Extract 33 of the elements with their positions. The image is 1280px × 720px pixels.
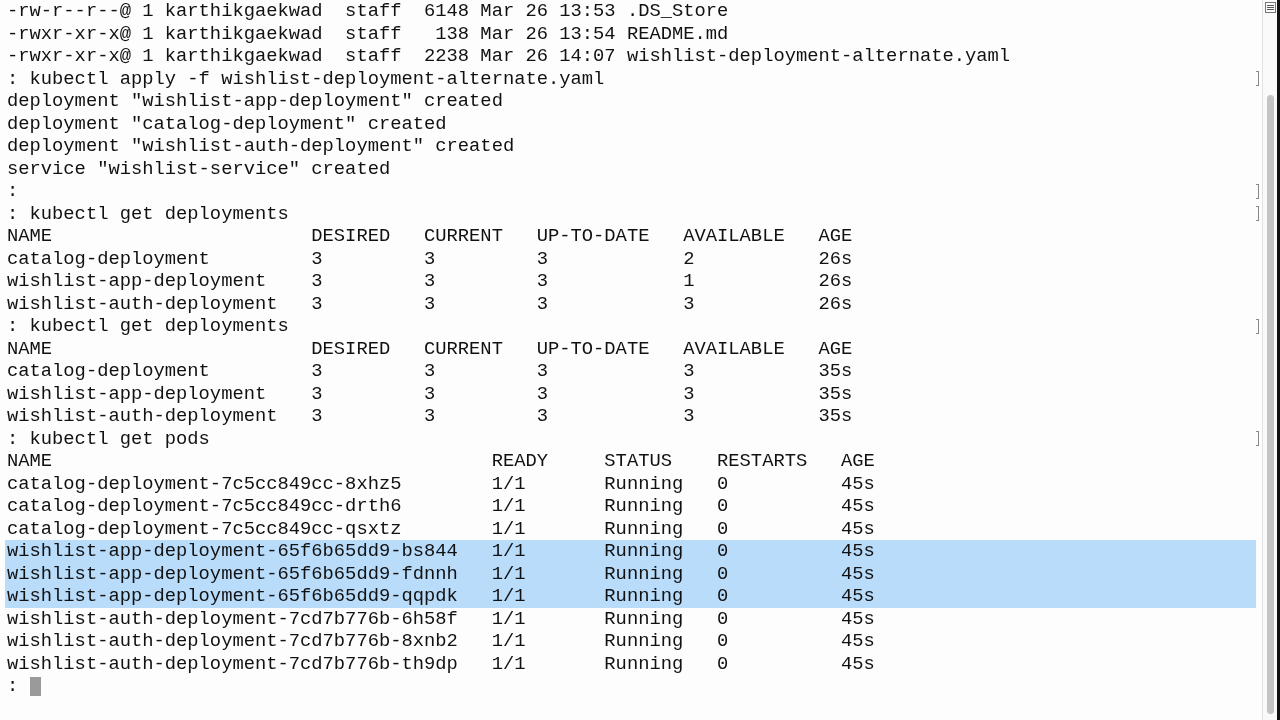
terminal-text: -rwxr-xr-x@ 1 karthikgaekwad staff 2238 Mar 26 14:07 wishlist-deployment-alternate.yaml (7, 45, 1012, 68)
terminal-text: wishlist-app-deployment 3 3 3 3 35s (7, 382, 854, 405)
terminal-text: : kubectl get pods (7, 427, 211, 450)
terminal-text: : (7, 180, 20, 203)
terminal-text: : kubectl get deployments (7, 202, 290, 225)
terminal-text: deployment "catalog-deployment" created (7, 112, 448, 135)
split-pane-icon[interactable] (1264, 2, 1276, 13)
scrollbar-thumb[interactable] (1266, 95, 1274, 714)
terminal-text: -rw-r--r--@ 1 karthikgaekwad staff 6148 Mar 26 13:53 .DS_Store (7, 0, 730, 23)
terminal-text: wishlist-app-deployment 3 3 3 1 26s (7, 270, 854, 293)
terminal-text: wishlist-auth-deployment-7cd7b776b-8xnb2 1/1 Running 0 45s (7, 630, 876, 653)
terminal-text: catalog-deployment-7c5cc849cc-qsxtz 1/1 Running 0 45s (7, 517, 876, 540)
terminal-text: service "wishlist-service" created (7, 157, 392, 180)
terminal-text: wishlist-app-deployment-65f6b65dd9-bs844 1/1 Running 0 45s (7, 540, 876, 563)
terminal-text: wishlist-auth-deployment-7cd7b776b-6h58f 1/1 Running 0 45s (7, 607, 876, 630)
terminal-text: deployment "wishlist-app-deployment" created (7, 90, 504, 113)
terminal-text: wishlist-auth-deployment-7cd7b776b-th9dp 1/1 Running 0 45s (7, 652, 876, 675)
terminal-text: : (7, 675, 20, 698)
terminal-text: catalog-deployment 3 3 3 2 26s (7, 247, 854, 270)
terminal-text: wishlist-app-deployment-65f6b65dd9-qqpdk 1/1 Running 0 45s (7, 585, 876, 608)
terminal-text: catalog-deployment-7c5cc849cc-drth6 1/1 Running 0 45s (7, 495, 876, 518)
terminal-text: catalog-deployment 3 3 3 3 35s (7, 360, 854, 383)
terminal-text: deployment "wishlist-auth-deployment" created (7, 135, 516, 158)
terminal-text: NAME READY STATUS RESTARTS AGE (7, 450, 876, 473)
terminal-text: : kubectl get deployments (7, 315, 290, 338)
terminal-text: catalog-deployment-7c5cc849cc-8xhz5 1/1 Running 0 45s (7, 472, 876, 495)
terminal-text: wishlist-auth-deployment 3 3 3 3 26s (7, 292, 854, 315)
terminal-text: NAME DESIRED CURRENT UP-TO-DATE AVAILABLE AGE (7, 225, 854, 248)
terminal-text: : kubectl apply -f wishlist-deployment-alternate.yaml (7, 67, 606, 90)
terminal-text: NAME DESIRED CURRENT UP-TO-DATE AVAILABLE AGE (7, 337, 854, 360)
terminal-text: -rwxr-xr-x@ 1 karthikgaekwad staff 138 Mar 26 13:54 README.md (7, 22, 730, 45)
terminal-text: wishlist-app-deployment-65f6b65dd9-fdnnh 1/1 Running 0 45s (7, 562, 876, 585)
terminal-text: wishlist-auth-deployment 3 3 3 3 35s (7, 405, 854, 428)
